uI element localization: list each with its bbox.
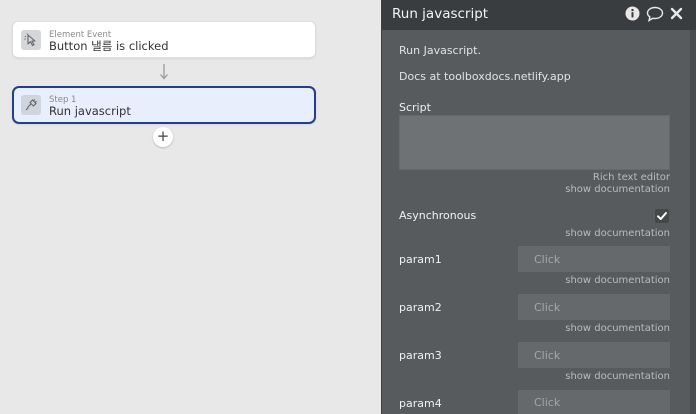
- param1-input[interactable]: [518, 246, 670, 272]
- param3-input[interactable]: [518, 342, 670, 368]
- script-input[interactable]: [399, 115, 670, 170]
- event-title: Button 낼름 is clicked: [49, 39, 169, 53]
- arrow-down-icon: [160, 64, 168, 80]
- property-panel: Run javascript Run Javascript. Docs at t…: [381, 0, 696, 414]
- step-title: Run javascript: [49, 104, 131, 118]
- script-label: Script: [399, 101, 431, 114]
- param1-label: param1: [399, 253, 442, 266]
- info-icon[interactable]: [625, 6, 640, 21]
- asynchronous-label: Asynchronous: [399, 209, 477, 222]
- param1-show-documentation[interactable]: show documentation: [565, 275, 670, 286]
- step-card[interactable]: Step 1 Run javascript: [12, 86, 316, 124]
- script-show-documentation[interactable]: show documentation: [565, 184, 670, 195]
- param3-show-documentation[interactable]: show documentation: [565, 371, 670, 382]
- docs-link[interactable]: Docs at toolboxdocs.netlify.app: [399, 70, 571, 83]
- close-icon[interactable]: [670, 7, 683, 20]
- action-description: Run Javascript.: [399, 44, 481, 57]
- asynchronous-checkbox[interactable]: [655, 209, 669, 223]
- asynchronous-show-documentation[interactable]: show documentation: [565, 228, 670, 239]
- param4-input[interactable]: [518, 390, 670, 414]
- event-card[interactable]: Element Event Button 낼름 is clicked: [12, 21, 316, 58]
- plugin-icon: [21, 95, 41, 115]
- comment-icon[interactable]: [646, 6, 664, 22]
- panel-scrollbar[interactable]: [690, 30, 696, 414]
- workflow-canvas[interactable]: Element Event Button 낼름 is clicked Step …: [0, 0, 381, 414]
- rich-text-editor-link[interactable]: Rich text editor: [593, 172, 670, 183]
- panel-title: Run javascript: [392, 6, 489, 22]
- param4-label: param4: [399, 397, 442, 410]
- panel-header: Run javascript: [382, 0, 696, 30]
- param2-show-documentation[interactable]: show documentation: [565, 323, 670, 334]
- param3-label: param3: [399, 349, 442, 362]
- event-icon: [21, 30, 41, 50]
- param2-input[interactable]: [518, 294, 670, 320]
- checkmark-icon: [657, 212, 667, 220]
- add-step-button[interactable]: +: [153, 127, 173, 147]
- param2-label: param2: [399, 301, 442, 314]
